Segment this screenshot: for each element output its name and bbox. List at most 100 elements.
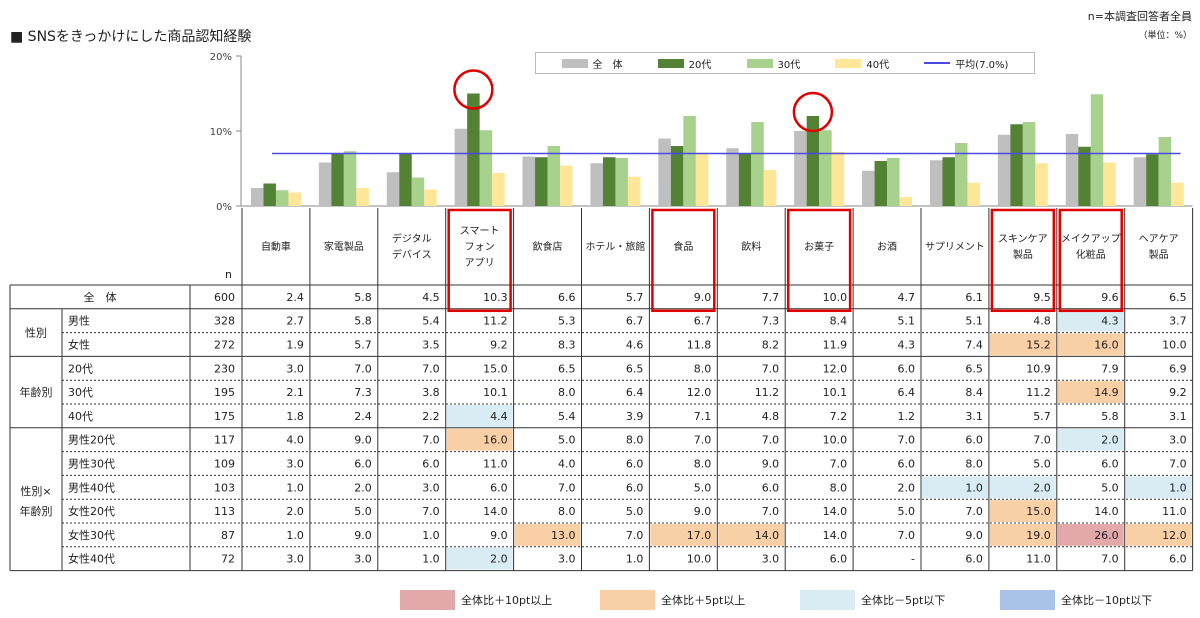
category-label: デジタル — [392, 232, 432, 245]
highlight-legend-plus5: 全体比＋5pt以上 — [600, 590, 800, 610]
bar — [522, 156, 536, 206]
bar — [467, 93, 480, 206]
row-label: 女性 — [68, 338, 90, 352]
cell-value: 8.0 — [694, 458, 712, 471]
bar — [954, 143, 968, 206]
cell-value: 5.0 — [694, 481, 712, 494]
row-n: 103 — [214, 481, 235, 494]
bar — [831, 152, 845, 206]
cell-value: 7.0 — [558, 481, 576, 494]
row-label: 男性 — [68, 314, 90, 328]
cell-value: 9.0 — [490, 529, 508, 542]
bar — [411, 177, 425, 206]
cell-value: 5.7 — [626, 291, 644, 304]
cell-value: 5.8 — [1101, 410, 1119, 423]
group-label-gender: 性別 — [25, 326, 47, 340]
row-n: 87 — [221, 529, 235, 542]
cell-value: 4.6 — [626, 339, 644, 352]
cell-value: 11.8 — [687, 339, 712, 352]
cell-value: 2.0 — [286, 505, 304, 518]
cell-value: 6.0 — [490, 481, 508, 494]
cell-value: 2.0 — [1033, 481, 1051, 494]
cell-value: 6.9 — [1169, 362, 1187, 375]
bar — [454, 128, 468, 206]
bar — [874, 161, 888, 206]
cell-value: 10.0 — [823, 434, 848, 447]
category-label: ヘアケア — [1139, 233, 1179, 245]
cell-value: 6.4 — [626, 386, 644, 399]
bar — [535, 157, 548, 206]
bar — [1103, 162, 1116, 206]
cell-value: 6.5 — [1169, 291, 1187, 304]
cell-value: 9.0 — [762, 458, 780, 471]
cell-value: 9.0 — [354, 529, 372, 542]
bar — [670, 146, 684, 206]
cell-value: 5.0 — [898, 505, 916, 518]
legend-label-average: 平均(7.0%) — [955, 59, 1009, 71]
category-label: 飲料 — [741, 240, 761, 253]
category-label: メイクアップ — [1061, 233, 1121, 245]
highlight-swatch-minus5 — [800, 590, 855, 610]
category-label: 化粧品 — [1076, 248, 1106, 261]
legend-swatch-average — [924, 62, 951, 64]
chart-legend: 全 体 20代 30代 40代 平均(7.0%) — [535, 52, 1035, 74]
bar — [1158, 137, 1172, 206]
legend-item-20s: 20代 — [657, 56, 711, 71]
bar — [899, 197, 913, 206]
cell-value: 7.0 — [762, 362, 780, 375]
cell-value: 7.0 — [762, 434, 780, 447]
cell-value: 6.0 — [422, 458, 440, 471]
cell-value: 2.2 — [422, 410, 440, 423]
cell-value: 13.0 — [551, 529, 576, 542]
cell-value: 1.8 — [286, 410, 304, 423]
category-label: ホテル・旅館 — [585, 240, 645, 253]
cell-value: 10.0 — [1162, 339, 1187, 352]
highlight-swatch-plus10 — [400, 590, 455, 610]
row-n: 328 — [214, 315, 235, 328]
cell-value: 7.2 — [830, 410, 848, 423]
bar — [318, 162, 332, 206]
cell-value: 7.1 — [694, 410, 712, 423]
cell-value: 1.0 — [286, 529, 304, 542]
cell-value: 16.0 — [1094, 339, 1119, 352]
cell-value: 17.0 — [687, 529, 712, 542]
cell-value: 2.0 — [354, 481, 372, 494]
cell-value: 12.0 — [687, 386, 712, 399]
cell-value: 9.5 — [1033, 291, 1051, 304]
cell-value: 3.0 — [558, 553, 576, 566]
cell-value: 10.3 — [483, 291, 508, 304]
cell-value: 5.1 — [898, 315, 916, 328]
cell-value: 7.4 — [965, 339, 983, 352]
bar — [794, 131, 807, 206]
cell-value: 7.0 — [1169, 458, 1187, 471]
category-label: サプリメント — [925, 241, 985, 253]
cell-value: 1.2 — [898, 410, 916, 423]
cell-value: 2.1 — [286, 386, 304, 399]
cell-value: 5.3 — [558, 315, 576, 328]
cell-value: 19.0 — [1026, 529, 1051, 542]
cell-value: 7.0 — [626, 529, 644, 542]
cell-value: 8.0 — [965, 458, 983, 471]
cell-value: 6.0 — [626, 481, 644, 494]
cell-value: 9.0 — [354, 434, 372, 447]
bar — [263, 183, 276, 206]
row-label: 全 体 — [84, 290, 117, 304]
bar — [424, 189, 437, 206]
cell-value: 10.0 — [687, 553, 712, 566]
cell-value: 2.4 — [354, 410, 372, 423]
cell-value: 6.4 — [898, 386, 916, 399]
cell-value: 1.0 — [1169, 481, 1187, 494]
highlight-label-plus10: 全体比＋10pt以上 — [461, 594, 553, 607]
bar — [547, 146, 561, 206]
cell-value: 9.0 — [694, 291, 712, 304]
cell-value: 4.0 — [558, 458, 576, 471]
cell-value: 11.2 — [755, 386, 780, 399]
cell-value: 2.0 — [490, 553, 508, 566]
bar — [929, 160, 943, 206]
cell-value: 14.9 — [1094, 386, 1119, 399]
cell-value: 6.5 — [626, 362, 644, 375]
cell-value: 1.0 — [626, 553, 644, 566]
row-n: 600 — [214, 291, 235, 304]
cell-value: 8.4 — [830, 315, 848, 328]
cell-value: 6.7 — [626, 315, 644, 328]
